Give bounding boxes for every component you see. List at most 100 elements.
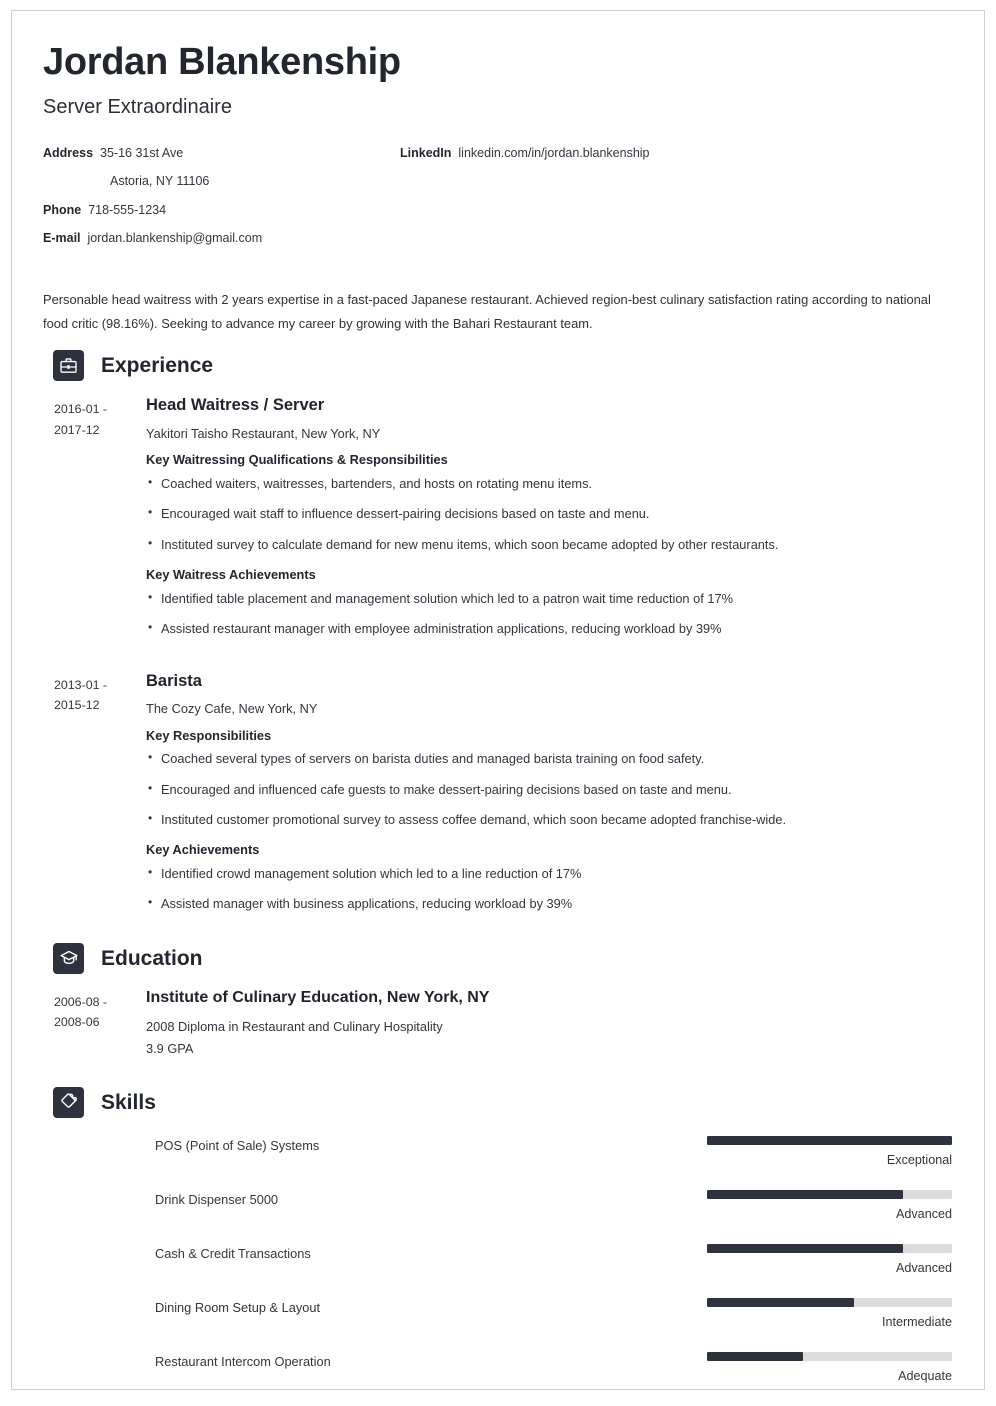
entry-school-name: Institute of Culinary Education, New Yor… bbox=[146, 988, 490, 1006]
skill-meter: Adequate bbox=[707, 1352, 952, 1384]
entry-date-range: 2006-08 - 2008-06 bbox=[43, 988, 145, 1061]
skill-name: Dining Room Setup & Layout bbox=[155, 1300, 321, 1315]
entry-bullet-list: Identified crowd management solution whi… bbox=[146, 863, 952, 915]
skill-level-label: Adequate bbox=[898, 1369, 952, 1384]
entry-job-title: Head Waitress / Server bbox=[146, 396, 325, 415]
list-item: Coached several types of servers on bari… bbox=[146, 748, 952, 769]
briefcase-icon bbox=[53, 350, 84, 382]
skill-track bbox=[707, 1352, 952, 1362]
contact-value-phone: 718-555-1234 bbox=[88, 202, 167, 217]
skill-row: POS (Point of Sale) Systems Exceptional bbox=[43, 1135, 952, 1168]
contact-value-address-line2: Astoria, NY 11106 bbox=[110, 174, 210, 189]
skill-fill bbox=[707, 1135, 952, 1145]
skill-track bbox=[707, 1135, 952, 1145]
entry-gpa: 3.9 GPA bbox=[146, 1041, 194, 1057]
list-item: Identified crowd management solution whi… bbox=[146, 863, 952, 884]
contact-value-linkedin[interactable]: linkedin.com/in/jordan.blankenship bbox=[458, 144, 649, 163]
section-title-skills: Skills bbox=[101, 1090, 156, 1114]
resume-content: Jordan Blankenship Server Extraordinaire… bbox=[12, 11, 984, 1384]
skill-name: POS (Point of Sale) Systems bbox=[155, 1137, 320, 1153]
contact-label-email: E-mail bbox=[43, 231, 81, 246]
contact-block: Address 35-16 31st Ave Astoria, NY 11106… bbox=[43, 144, 952, 258]
skill-row: Drink Dispenser 5000 Advanced bbox=[43, 1189, 952, 1222]
skill-meter: Advanced bbox=[707, 1243, 952, 1276]
skill-name: Cash & Credit Transactions bbox=[155, 1245, 311, 1261]
entry-group-label: Key Achievements bbox=[146, 842, 260, 858]
puzzle-piece-icon bbox=[53, 1086, 84, 1118]
skill-fill bbox=[707, 1298, 854, 1307]
skill-meter: Exceptional bbox=[707, 1135, 952, 1168]
entry-date-start: 2016-01 - bbox=[54, 402, 108, 417]
skill-row: Dining Room Setup & Layout Intermediate bbox=[43, 1298, 952, 1330]
resume-page: Jordan Blankenship Server Extraordinaire… bbox=[11, 10, 985, 1390]
summary-paragraph: Personable head waitress with 2 years ex… bbox=[43, 292, 931, 332]
skill-fill bbox=[707, 1189, 903, 1199]
contact-row-address-line2: Astoria, NY 11106 bbox=[43, 172, 400, 191]
skills-list: POS (Point of Sale) Systems Exceptional … bbox=[43, 1135, 952, 1385]
contact-column-right: LinkedIn linkedin.com/in/jordan.blankens… bbox=[400, 144, 952, 258]
skill-meter: Advanced bbox=[707, 1189, 952, 1222]
entry-bullet-list: Identified table placement and managemen… bbox=[146, 588, 952, 640]
entry-date-end: 2017-12 bbox=[54, 422, 100, 437]
entry-body: Barista The Cozy Cafe, New York, NY Key … bbox=[145, 671, 952, 925]
section-header-education: Education bbox=[43, 942, 952, 974]
entry-group-label: Key Responsibilities bbox=[146, 727, 272, 743]
skill-track bbox=[707, 1243, 952, 1253]
list-item: Assisted manager with business applicati… bbox=[146, 893, 952, 914]
job-title: Server Extraordinaire bbox=[43, 95, 232, 118]
contact-column-left: Address 35-16 31st Ave Astoria, NY 11106… bbox=[43, 144, 400, 258]
experience-entries: 2016-01 - 2017-12 Head Waitress / Server… bbox=[43, 395, 952, 925]
experience-entry: 2016-01 - 2017-12 Head Waitress / Server… bbox=[43, 395, 952, 649]
experience-entry: 2013-01 - 2015-12 Barista The Cozy Cafe,… bbox=[43, 671, 952, 925]
entry-job-title: Barista bbox=[146, 671, 202, 690]
skill-level-label: Advanced bbox=[895, 1206, 952, 1221]
section-header-experience: Experience bbox=[43, 350, 952, 382]
entry-date-start: 2006-08 - bbox=[54, 994, 108, 1009]
entry-degree: 2008 Diploma in Restaurant and Culinary … bbox=[146, 1018, 443, 1034]
page-title: Jordan Blankenship bbox=[43, 41, 401, 83]
list-item: Identified table placement and managemen… bbox=[146, 588, 952, 609]
skill-track bbox=[707, 1189, 952, 1199]
entry-date-end: 2008-06 bbox=[54, 1015, 100, 1030]
section-title-experience: Experience bbox=[101, 354, 214, 378]
contact-label-linkedin: LinkedIn bbox=[400, 145, 452, 160]
list-item: Assisted restaurant manager with employe… bbox=[146, 618, 952, 639]
skill-meter: Intermediate bbox=[707, 1298, 952, 1330]
entry-company: Yakitori Taisho Restaurant, New York, NY bbox=[146, 425, 381, 441]
contact-row-address: Address 35-16 31st Ave bbox=[43, 144, 400, 163]
divider bbox=[43, 654, 952, 671]
graduation-cap-icon bbox=[53, 942, 84, 974]
skill-level-label: Advanced bbox=[895, 1260, 952, 1275]
contact-label-address: Address bbox=[43, 145, 94, 160]
entry-date-start: 2013-01 - bbox=[54, 677, 108, 692]
list-item: Coached waiters, waitresses, bartenders,… bbox=[146, 473, 952, 494]
contact-row-email: E-mail jordan.blankenship@gmail.com bbox=[43, 229, 400, 248]
skill-row: Restaurant Intercom Operation Adequate bbox=[43, 1352, 952, 1384]
entry-group-label: Key Waitressing Qualifications & Respons… bbox=[146, 452, 448, 468]
list-item: Encouraged and influenced cafe guests to… bbox=[146, 779, 952, 800]
entry-bullet-list: Coached several types of servers on bari… bbox=[146, 748, 952, 830]
entry-date-range: 2013-01 - 2015-12 bbox=[43, 671, 145, 925]
list-item: Instituted customer promotional survey t… bbox=[146, 809, 952, 830]
skill-level-label: Intermediate bbox=[881, 1315, 952, 1329]
entry-body: Head Waitress / Server Yakitori Taisho R… bbox=[145, 395, 952, 649]
entry-bullet-list: Coached waiters, waitresses, bartenders,… bbox=[146, 473, 952, 555]
contact-row-phone: Phone 718-555-1234 bbox=[43, 201, 400, 220]
skill-name: Restaurant Intercom Operation bbox=[155, 1354, 331, 1370]
entry-body: Institute of Culinary Education, New Yor… bbox=[145, 988, 952, 1061]
entry-date-range: 2016-01 - 2017-12 bbox=[43, 395, 145, 649]
entry-date-end: 2015-12 bbox=[54, 698, 100, 713]
skill-row: Cash & Credit Transactions Advanced bbox=[43, 1243, 952, 1276]
skill-fill bbox=[707, 1243, 903, 1253]
skill-track bbox=[707, 1298, 952, 1307]
list-item: Encouraged wait staff to influence desse… bbox=[146, 503, 952, 524]
contact-label-phone: Phone bbox=[43, 202, 82, 217]
resume-screenshot: Jordan Blankenship Server Extraordinaire… bbox=[0, 0, 996, 1406]
skill-fill bbox=[707, 1352, 803, 1362]
entry-company: The Cozy Cafe, New York, NY bbox=[146, 701, 318, 717]
section-title-education: Education bbox=[101, 946, 203, 970]
skill-name: Drink Dispenser 5000 bbox=[155, 1191, 279, 1207]
education-entry: 2006-08 - 2008-06 Institute of Culinary … bbox=[43, 988, 952, 1061]
entry-group-label: Key Waitress Achievements bbox=[146, 567, 316, 583]
skill-level-label: Exceptional bbox=[886, 1152, 952, 1167]
